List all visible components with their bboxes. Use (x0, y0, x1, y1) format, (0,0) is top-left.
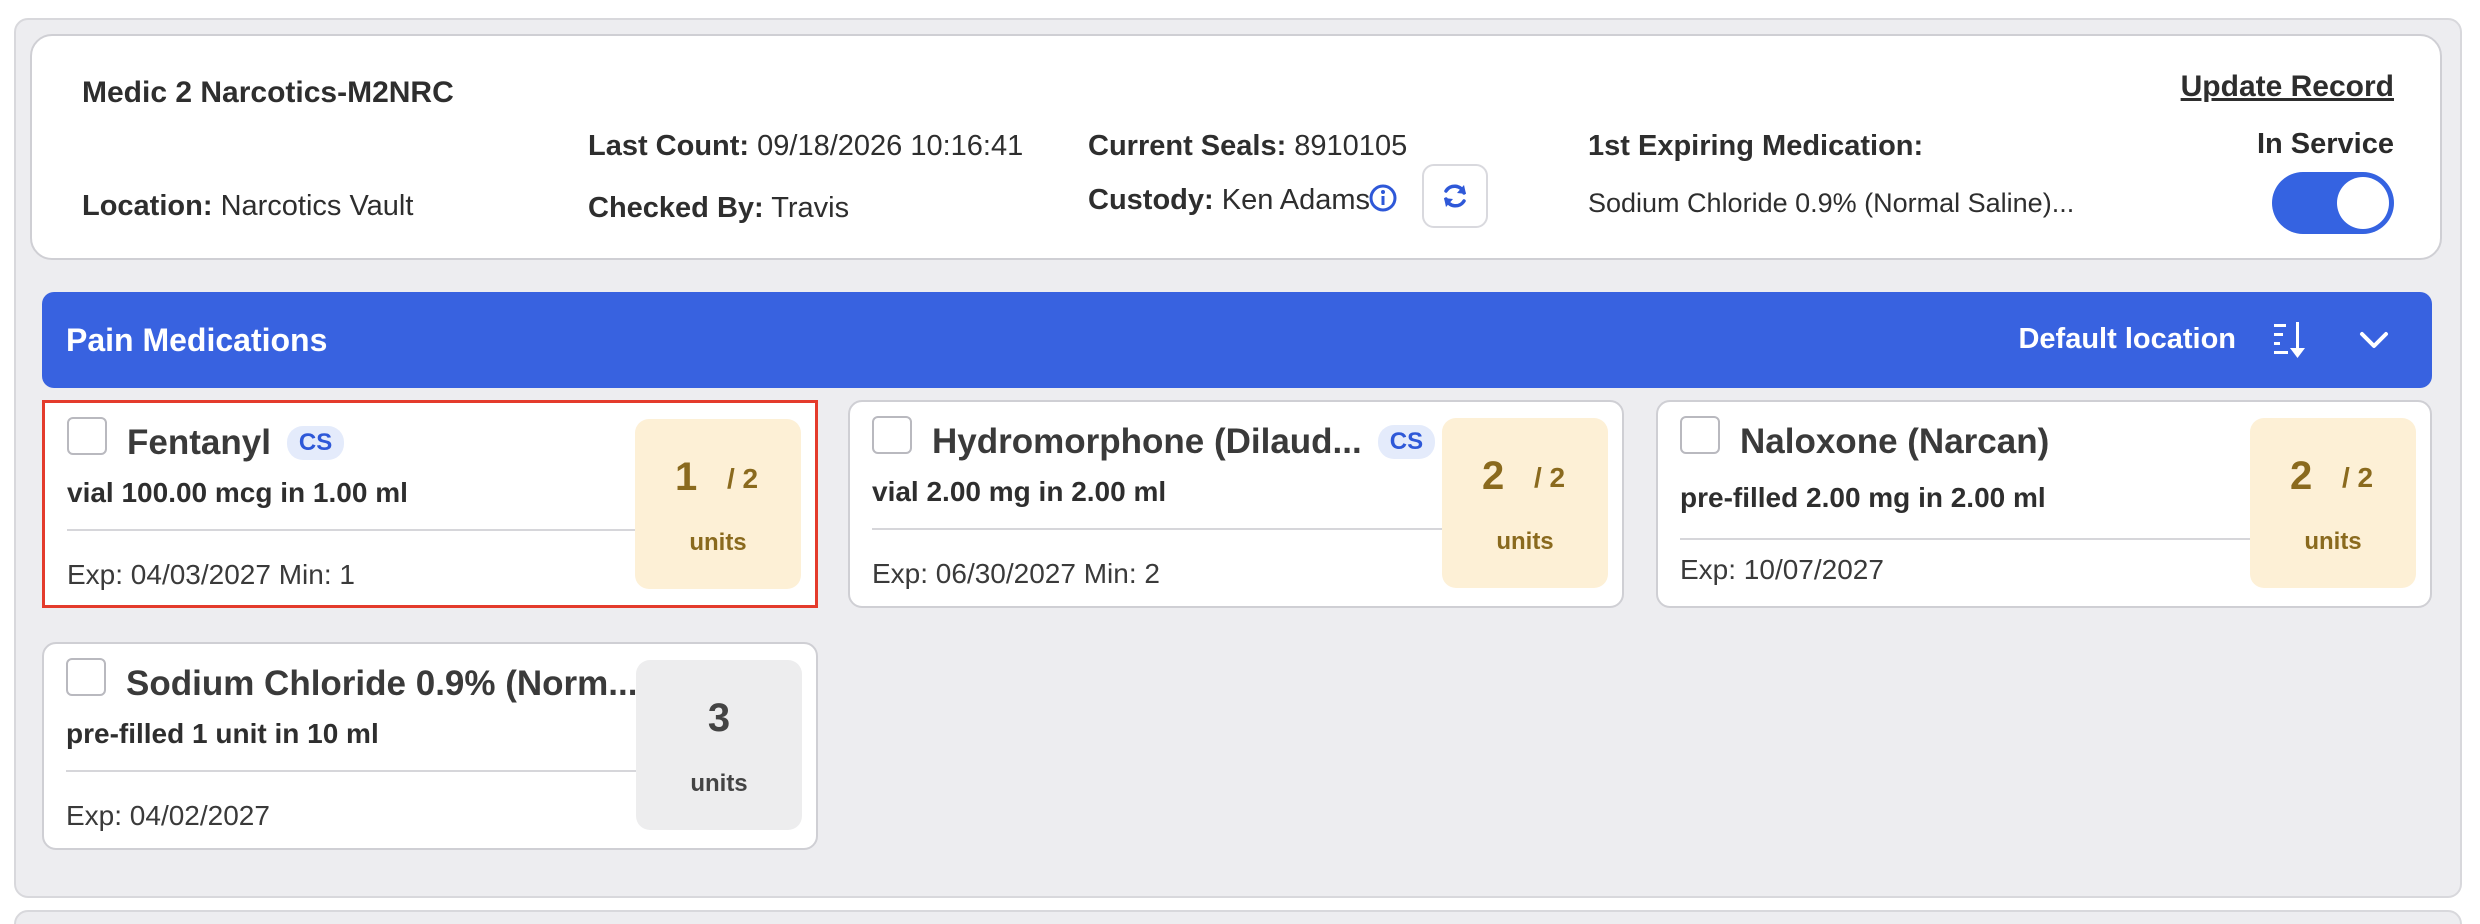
divider (66, 770, 664, 772)
compartment-title: Medic 2 Narcotics-M2NRC (82, 76, 454, 109)
next-section-panel (14, 910, 2462, 924)
quantity-par: / 2 (1534, 462, 1566, 493)
quantity-units: units (690, 770, 748, 797)
in-service-label: In Service (2256, 128, 2394, 160)
medication-description: vial 2.00 mg in 2.00 ml (872, 476, 1167, 507)
custody-label: Custody: (1088, 184, 1214, 216)
divider (872, 528, 1470, 530)
checked-by-value: Travis (771, 192, 850, 224)
last-count-label: Last Count: (588, 130, 750, 162)
medication-description: vial 100.00 mcg in 1.00 ml (67, 477, 408, 508)
medication-description: pre-filled 1 unit in 10 ml (66, 718, 379, 749)
expiring-label: 1st Expiring Medication: (1588, 130, 1924, 162)
quantity-units: units (2304, 528, 2362, 555)
refresh-icon (1444, 184, 1466, 208)
custody-info: Custody: Ken Adams (1088, 184, 1370, 217)
last-count-value: 09/18/2026 10:16:41 (757, 130, 1024, 162)
medication-card[interactable]: Hydromorphone (Dilaud... CS vial 2.00 mg … (848, 400, 1624, 608)
quantity-count: 2 (2290, 454, 2313, 498)
info-icon[interactable] (1368, 183, 1398, 213)
section-header-pain-medications[interactable]: Pain Medications Default location (42, 292, 2432, 388)
medication-checkbox[interactable] (66, 658, 106, 696)
location-label: Location: (82, 190, 213, 222)
medication-card[interactable]: Sodium Chloride 0.9% (Norm... pre-filled… (42, 642, 818, 850)
update-record-link[interactable]: Update Record (2181, 70, 2394, 104)
medication-checkbox[interactable] (67, 417, 107, 455)
cs-badge: CS (1377, 425, 1436, 459)
medication-expiration: Exp: 04/03/2027 Min: 1 (67, 559, 355, 590)
current-seals-value: 8910105 (1294, 130, 1408, 162)
medication-expiration: Exp: 06/30/2027 Min: 2 (872, 558, 1160, 589)
custody-value: Ken Adams (1221, 184, 1371, 216)
toggle-knob (2337, 177, 2389, 229)
last-count-info: Last Count: 09/18/2026 10:16:41 (588, 130, 1023, 163)
divider (67, 529, 665, 531)
medication-name: Naloxone (Narcan) (1740, 422, 2050, 461)
medication-name: Hydromorphone (Dilaud... CS (932, 422, 1436, 462)
refresh-custody-button[interactable] (1422, 164, 1488, 228)
expiring-value: Sodium Chloride 0.9% (Normal Saline)... (1588, 188, 2075, 218)
divider (1680, 538, 2278, 540)
current-seals-label: Current Seals: (1088, 130, 1287, 162)
quantity-box: 2 / 2 units (2250, 418, 2416, 588)
chevron-down-icon[interactable] (2356, 322, 2392, 358)
quantity-count: 2 (1482, 454, 1505, 498)
medication-card[interactable]: Naloxone (Narcan) pre-filled 2.00 mg in … (1656, 400, 2432, 608)
medication-card[interactable]: Fentanyl CS vial 100.00 mcg in 1.00 ml Ex… (42, 400, 818, 608)
medication-name-text: Fentanyl (127, 423, 271, 462)
in-service-toggle[interactable] (2272, 172, 2394, 234)
quantity-units: units (1496, 528, 1554, 555)
quantity-count: 3 (707, 696, 731, 740)
medication-expiration: Exp: 10/07/2027 (1680, 554, 1884, 585)
quantity-box: 3 units (636, 660, 802, 830)
quantity-count: 1 (675, 455, 698, 499)
quantity-par: / 2 (2342, 462, 2374, 493)
current-seals-info: Current Seals: 8910105 (1088, 130, 1407, 163)
checked-by-info: Checked By: Travis (588, 192, 849, 225)
location-value: Narcotics Vault (220, 190, 414, 222)
checked-by-label: Checked By: (588, 192, 764, 224)
compartment-header: Medic 2 Narcotics-M2NRC Location: Narcot… (30, 34, 2442, 260)
medication-checkbox[interactable] (1680, 416, 1720, 454)
section-location: Default location (2018, 323, 2236, 355)
section-title: Pain Medications (66, 322, 328, 358)
medication-expiration: Exp: 04/02/2027 (66, 800, 270, 831)
quantity-box: 1 / 2 units (635, 419, 801, 589)
location-info: Location: Narcotics Vault (82, 190, 413, 223)
medication-name-text: Hydromorphone (Dilaud... (932, 422, 1362, 461)
sort-icon[interactable] (2272, 318, 2312, 362)
quantity-units: units (689, 529, 747, 556)
cs-badge: CS (286, 426, 345, 460)
medication-name: Fentanyl CS (127, 423, 345, 463)
quantity-par: / 2 (727, 463, 759, 494)
medication-checkbox[interactable] (872, 416, 912, 454)
quantity-box: 2 / 2 units (1442, 418, 1608, 588)
medication-name: Sodium Chloride 0.9% (Norm... (126, 664, 638, 703)
medication-description: pre-filled 2.00 mg in 2.00 ml (1680, 482, 2046, 513)
